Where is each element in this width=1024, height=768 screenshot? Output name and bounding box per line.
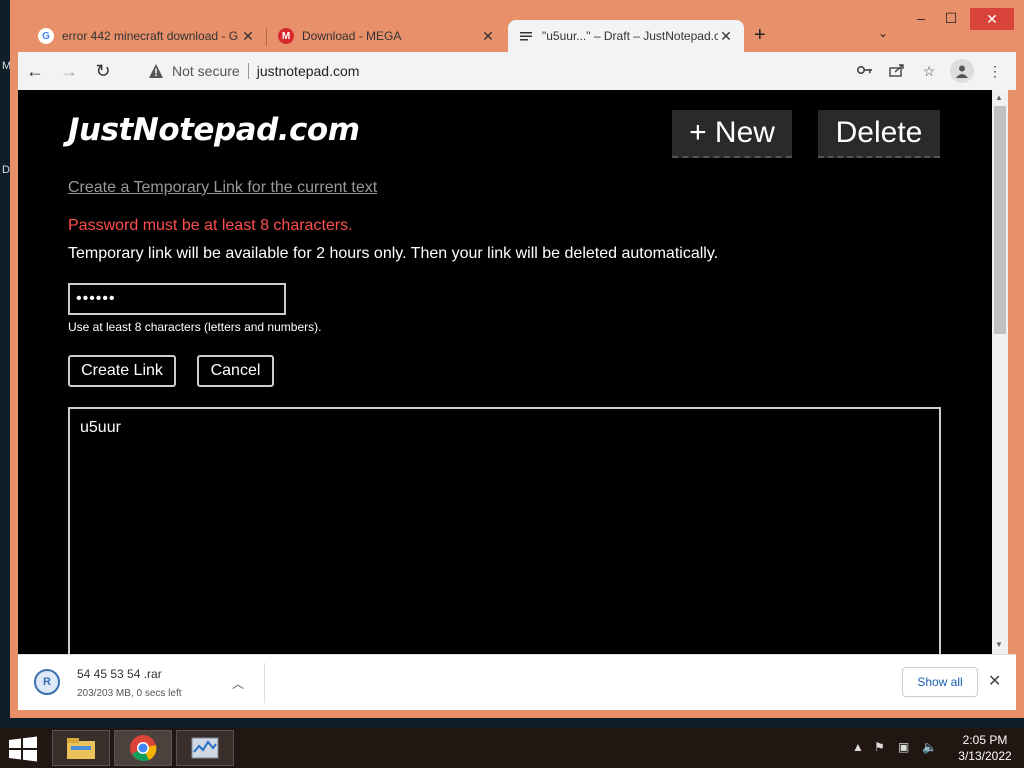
- tab-separator: [266, 28, 267, 46]
- windows-start-icon[interactable]: [8, 736, 38, 762]
- tab-label: "u5uur..." – Draft – JustNotepad.c: [542, 29, 718, 43]
- key-icon[interactable]: [854, 63, 876, 79]
- new-button[interactable]: + New: [672, 110, 792, 158]
- note-textarea[interactable]: u5uur: [68, 407, 941, 654]
- download-status: 203/203 MB, 0 secs left: [77, 688, 182, 699]
- back-icon[interactable]: ←: [18, 61, 52, 82]
- clock-time: 2:05 PM: [962, 733, 1008, 747]
- url-text: justnotepad.com: [256, 63, 360, 79]
- close-download-bar-icon[interactable]: ✕: [988, 671, 1001, 691]
- clock-date: 3/13/2022: [958, 749, 1012, 763]
- taskbar: ▲ ⚑ ▣ 🔈 2:05 PM 3/13/2022: [0, 728, 1024, 768]
- page-scrollbar[interactable]: ▲ ▼: [992, 90, 1008, 654]
- chevron-up-icon[interactable]: ︿: [232, 675, 244, 692]
- google-icon: G: [38, 28, 54, 44]
- system-clock[interactable]: 2:05 PM 3/13/2022: [950, 732, 1020, 764]
- tab-list-chevron-icon[interactable]: ⌄: [878, 26, 888, 40]
- warning-icon: [149, 64, 163, 78]
- page-content: JustNotepad.com + New Delete Create a Te…: [18, 90, 992, 654]
- close-tab-icon[interactable]: ✕: [480, 28, 496, 45]
- tab-label: Download - MEGA: [302, 29, 402, 43]
- star-icon[interactable]: ☆: [918, 63, 940, 80]
- show-hidden-icons-icon[interactable]: ▲: [852, 740, 864, 754]
- maximize-button[interactable]: ☐: [936, 10, 966, 27]
- tab-bar: G error 442 minecraft download - G ✕ M D…: [10, 0, 1024, 52]
- download-filename[interactable]: 54 45 53 54 .rar: [77, 667, 162, 681]
- scroll-thumb[interactable]: [994, 106, 1006, 334]
- archive-file-icon: R: [34, 669, 60, 695]
- menu-kebab-icon[interactable]: ⋮: [984, 63, 1006, 80]
- reload-icon[interactable]: ↻: [86, 61, 120, 82]
- close-tab-icon[interactable]: ✕: [718, 28, 734, 45]
- download-bar: R 54 45 53 54 .rar 203/203 MB, 0 secs le…: [18, 654, 1016, 710]
- site-logo[interactable]: JustNotepad.com: [68, 112, 360, 148]
- toolbar-actions: ☆ ⋮: [854, 52, 1006, 90]
- close-tab-icon[interactable]: ✕: [240, 28, 256, 45]
- tab-mega[interactable]: M Download - MEGA ✕: [268, 20, 506, 52]
- minimize-button[interactable]: –: [906, 10, 936, 26]
- scroll-down-arrow-icon[interactable]: ▼: [995, 640, 1003, 649]
- create-link-button[interactable]: Create Link: [68, 355, 176, 387]
- info-text: Temporary link will be available for 2 h…: [68, 245, 719, 262]
- error-message: Password must be at least 8 characters.: [68, 217, 353, 234]
- browser-window: G error 442 minecraft download - G ✕ M D…: [10, 0, 1024, 718]
- window-close-button[interactable]: ✕: [970, 8, 1014, 30]
- password-field[interactable]: ••••••: [68, 283, 286, 315]
- chrome-icon[interactable]: [114, 730, 172, 766]
- desktop-icon-label: D: [2, 164, 10, 176]
- volume-muted-icon[interactable]: 🔈: [922, 740, 937, 754]
- document-icon: [518, 28, 534, 44]
- tab-justnotepad[interactable]: "u5uur..." – Draft – JustNotepad.c ✕: [508, 20, 744, 52]
- profile-avatar[interactable]: [950, 59, 974, 83]
- security-label: Not secure: [172, 63, 240, 79]
- delete-button[interactable]: Delete: [818, 110, 940, 158]
- cancel-button[interactable]: Cancel: [197, 355, 274, 387]
- tab-google[interactable]: G error 442 minecraft download - G ✕: [28, 20, 266, 52]
- show-all-button[interactable]: Show all: [902, 667, 978, 697]
- divider: [264, 663, 265, 703]
- new-tab-button[interactable]: +: [754, 24, 766, 47]
- mega-icon: M: [278, 28, 294, 44]
- divider: [247, 63, 249, 79]
- file-explorer-icon[interactable]: [52, 730, 110, 766]
- password-hint: Use at least 8 characters (letters and n…: [68, 320, 322, 334]
- forward-icon[interactable]: →: [52, 61, 86, 82]
- share-icon[interactable]: [886, 63, 908, 80]
- browser-toolbar: ← → ↻ Not secure justnotepad.com ☆ ⋮: [18, 52, 1016, 90]
- address-bar[interactable]: Not secure justnotepad.com: [136, 56, 876, 86]
- note-text: u5uur: [80, 419, 121, 436]
- task-manager-icon[interactable]: [176, 730, 234, 766]
- action-center-flag-icon[interactable]: ⚑: [874, 740, 885, 754]
- tab-label: error 442 minecraft download - G: [62, 29, 239, 43]
- scroll-up-arrow-icon[interactable]: ▲: [995, 93, 1003, 102]
- temporary-link-link[interactable]: Create a Temporary Link for the current …: [68, 179, 377, 197]
- network-icon[interactable]: ▣: [898, 740, 909, 754]
